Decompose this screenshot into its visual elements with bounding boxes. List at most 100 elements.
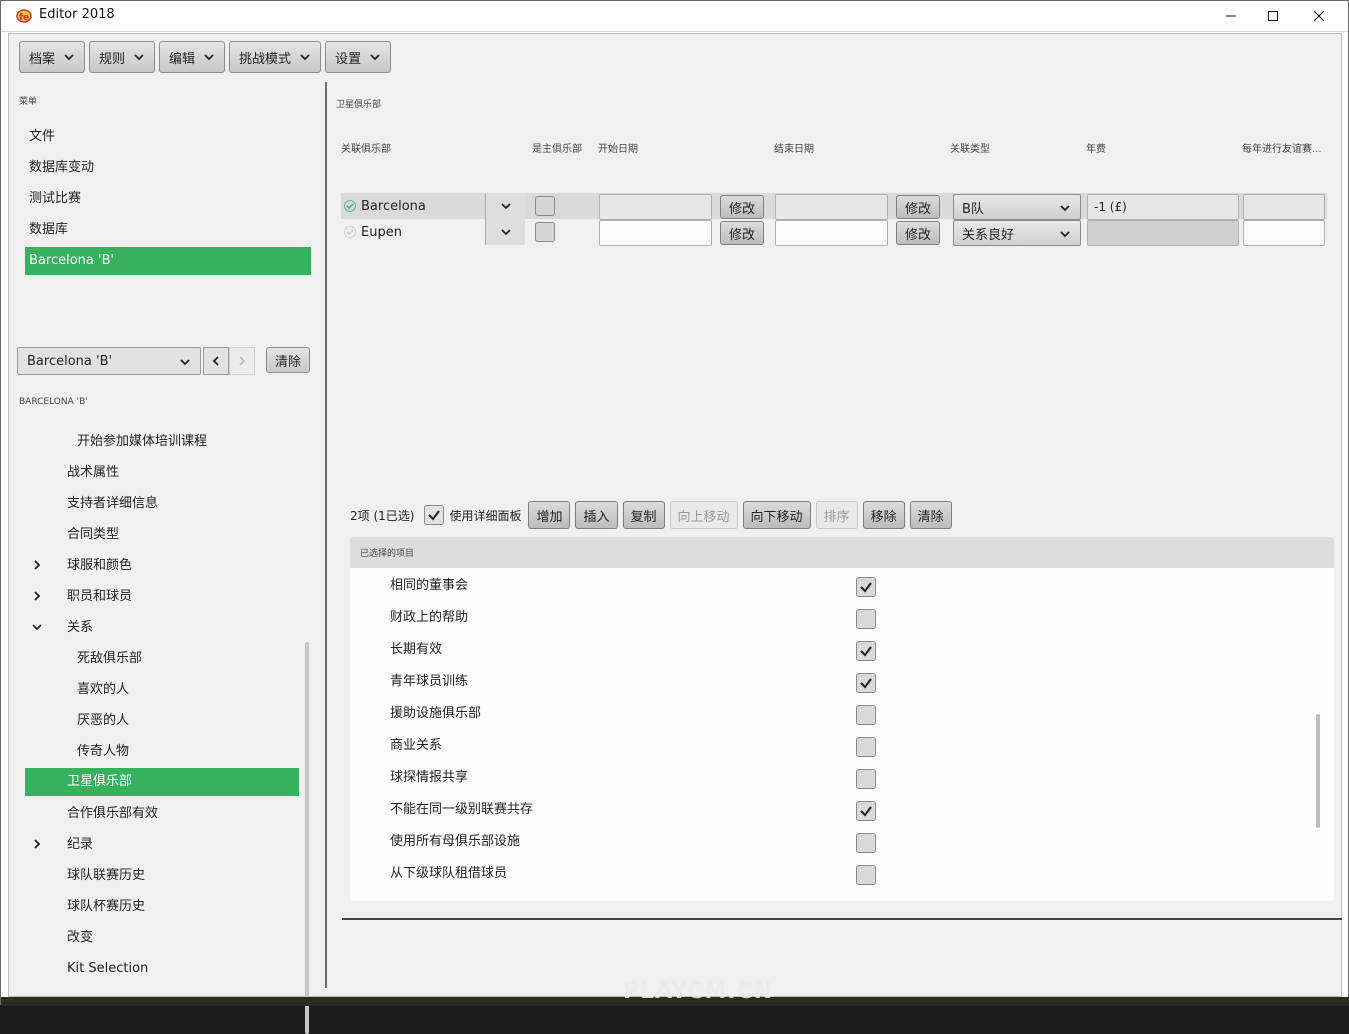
toolbar-button-6[interactable]: 移除 bbox=[862, 501, 905, 529]
option-checkbox[interactable] bbox=[856, 737, 876, 757]
minimize-button[interactable] bbox=[1208, 1, 1254, 31]
option-checkbox[interactable] bbox=[856, 833, 876, 853]
chevron-down-icon bbox=[500, 203, 511, 210]
tree-item[interactable]: 死敌俱乐部 bbox=[25, 643, 299, 674]
tree-item[interactable]: 纪录 bbox=[25, 829, 299, 860]
edit-end-button[interactable]: 修改 bbox=[896, 221, 940, 245]
edit-start-button[interactable]: 修改 bbox=[720, 221, 764, 245]
tree-item[interactable]: 卫星俱乐部 bbox=[25, 768, 299, 796]
tree-item[interactable]: Kit Selection bbox=[25, 953, 299, 984]
option-checkbox[interactable] bbox=[856, 577, 876, 597]
sidebar-menu-item[interactable]: Barcelona 'B' bbox=[25, 247, 311, 275]
friendlies-field[interactable] bbox=[1243, 194, 1325, 220]
tree-item[interactable]: 战术属性 bbox=[25, 457, 299, 488]
option-checkbox[interactable] bbox=[856, 609, 876, 629]
maximize-button[interactable] bbox=[1250, 1, 1296, 31]
close-button[interactable] bbox=[1296, 1, 1342, 31]
affiliation-type-select[interactable]: 关系良好 bbox=[953, 220, 1081, 246]
chevron-right-icon[interactable] bbox=[32, 839, 42, 849]
toolbar-button-1[interactable]: 插入 bbox=[575, 501, 618, 529]
tree-item[interactable]: 改变 bbox=[25, 922, 299, 953]
edit-start-button[interactable]: 修改 bbox=[720, 195, 764, 219]
menu-4-button[interactable]: 设置 bbox=[325, 41, 392, 73]
menu-2-button[interactable]: 编辑 bbox=[159, 41, 226, 73]
chevron-down-icon[interactable] bbox=[32, 622, 42, 632]
tree-item[interactable]: 开始参加媒体培训课程 bbox=[25, 426, 299, 457]
table-row[interactable]: Barcelona 修改 修改 B队 -1 (£) bbox=[341, 193, 1327, 220]
tree-item[interactable]: 传奇人物 bbox=[25, 736, 299, 767]
tree-item[interactable]: 支持者详细信息 bbox=[25, 488, 299, 519]
chevron-right-icon[interactable] bbox=[32, 560, 42, 570]
status-check-icon bbox=[344, 226, 356, 238]
tree-item-label: 球服和颜色 bbox=[67, 558, 133, 573]
sidebar-menu-item[interactable]: 数据库变动 bbox=[25, 152, 311, 183]
toolbar-button-5[interactable]: 排序 bbox=[815, 501, 858, 529]
option-checkbox[interactable] bbox=[856, 801, 876, 821]
club-cell[interactable]: Barcelona bbox=[341, 193, 525, 219]
next-club-button[interactable] bbox=[229, 347, 255, 375]
tree-item[interactable]: 关系 bbox=[25, 612, 299, 643]
tree-item[interactable]: 球服和颜色 bbox=[25, 550, 299, 581]
selected-items-panel: 已选择的项目 相同的董事会 财政上的帮助 长期有效 青年球员训练 援助设施俱乐部 商业关系… bbox=[350, 537, 1334, 901]
tree-item[interactable]: 喜欢的人 bbox=[25, 674, 299, 705]
club-select[interactable]: Barcelona 'B' bbox=[17, 347, 201, 375]
tree-item[interactable]: 职员和球员 bbox=[25, 581, 299, 612]
club-cell[interactable]: Eupen bbox=[341, 219, 525, 245]
end-date-field[interactable] bbox=[775, 194, 888, 220]
annual-fee-field[interactable] bbox=[1087, 220, 1239, 246]
option-checkbox[interactable] bbox=[856, 705, 876, 725]
checkmark-icon bbox=[860, 678, 872, 689]
option-label: 使用所有母俱乐部设施 bbox=[390, 834, 521, 849]
menu-3-button[interactable]: 挑战模式 bbox=[229, 41, 322, 73]
option-row: 青年球员训练 bbox=[350, 664, 1334, 696]
tree-item[interactable]: 球队联赛历史 bbox=[25, 860, 299, 891]
tree-item-label: 职员和球员 bbox=[67, 589, 133, 604]
menu-1-button[interactable]: 规则 bbox=[89, 41, 156, 73]
annual-fee-field[interactable]: -1 (£) bbox=[1087, 194, 1239, 220]
end-date-field[interactable] bbox=[775, 220, 888, 246]
club-dropdown-button[interactable] bbox=[485, 193, 525, 219]
sidebar-menu-item[interactable]: 数据库 bbox=[25, 214, 311, 245]
checkmark-icon bbox=[860, 806, 872, 817]
detail-panel-checkbox[interactable] bbox=[424, 505, 445, 525]
toolbar-button-3[interactable]: 向上移动 bbox=[669, 501, 738, 529]
menu-label: 挑战模式 bbox=[239, 51, 292, 67]
start-date-field[interactable] bbox=[599, 194, 712, 220]
tree-item[interactable]: 合同类型 bbox=[25, 519, 299, 550]
chevron-down-icon bbox=[370, 54, 380, 61]
toolbar-button-7[interactable]: 清除 bbox=[909, 501, 952, 529]
panel-divider[interactable] bbox=[325, 82, 327, 988]
option-checkbox[interactable] bbox=[856, 641, 876, 661]
options-scrollbar[interactable] bbox=[1316, 714, 1320, 828]
edit-end-button[interactable]: 修改 bbox=[896, 195, 940, 219]
toolbar-button-0[interactable]: 增加 bbox=[528, 501, 571, 529]
menu-label: 档案 bbox=[29, 51, 56, 67]
chevron-right-icon[interactable] bbox=[32, 591, 42, 601]
prev-club-button[interactable] bbox=[203, 347, 229, 375]
toolbar-button-4[interactable]: 向下移动 bbox=[742, 501, 811, 529]
start-date-field[interactable] bbox=[599, 220, 712, 246]
svg-text:fe: fe bbox=[19, 13, 29, 23]
list-toolbar: 2项 (1已选) 使用详细面板 增加 插入 复制 向上移动 向下移动 排序 移除 清除 bbox=[350, 500, 952, 530]
tree-item-label: 卫星俱乐部 bbox=[67, 774, 133, 789]
menu-0-button[interactable]: 档案 bbox=[19, 41, 86, 73]
option-checkbox[interactable] bbox=[856, 673, 876, 693]
clear-club-button[interactable]: 清除 bbox=[266, 347, 310, 373]
option-checkbox[interactable] bbox=[856, 769, 876, 789]
sidebar-menu-item[interactable]: 文件 bbox=[25, 121, 311, 152]
tree-item-label: 球队杯赛历史 bbox=[67, 899, 146, 914]
tree-item[interactable]: 厌恶的人 bbox=[25, 705, 299, 736]
detail-panel-label: 使用详细面板 bbox=[449, 508, 522, 523]
affiliation-type-select[interactable]: B队 bbox=[953, 194, 1081, 220]
left-scrollbar[interactable] bbox=[305, 642, 309, 1034]
parent-club-checkbox[interactable] bbox=[535, 196, 555, 216]
table-row[interactable]: Eupen 修改 修改 关系良好 bbox=[341, 219, 1327, 246]
parent-club-checkbox[interactable] bbox=[535, 222, 555, 242]
tree-item[interactable]: 合作俱乐部有效 bbox=[25, 798, 299, 829]
toolbar-button-2[interactable]: 复制 bbox=[622, 501, 665, 529]
option-checkbox[interactable] bbox=[856, 865, 876, 885]
club-dropdown-button[interactable] bbox=[485, 219, 525, 245]
friendlies-field[interactable] bbox=[1243, 220, 1325, 246]
tree-item[interactable]: 球队杯赛历史 bbox=[25, 891, 299, 922]
sidebar-menu-item[interactable]: 测试比赛 bbox=[25, 183, 311, 214]
